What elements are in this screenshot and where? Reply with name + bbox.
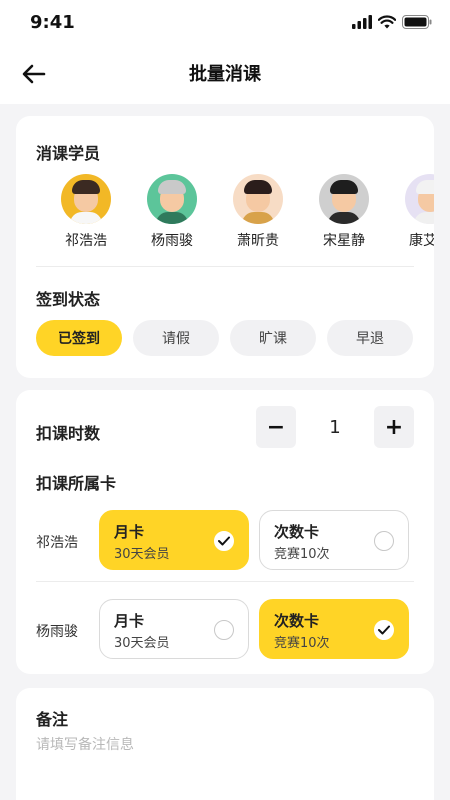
checkin-option[interactable]: 早退	[327, 320, 413, 356]
student-item[interactable]: 康艾宸	[390, 174, 434, 250]
avatar	[147, 174, 197, 224]
wifi-icon	[378, 15, 396, 29]
card-option-subtitle: 竞赛10次	[274, 547, 330, 562]
avatar	[61, 174, 111, 224]
avatar-hair	[416, 180, 434, 194]
checkin-section-title: 签到状态	[36, 290, 101, 309]
avatar-body	[70, 212, 102, 224]
battery-icon	[402, 15, 432, 29]
student-item[interactable]: 杨雨骏	[132, 174, 212, 250]
student-name: 康艾宸	[409, 233, 434, 249]
card-option-subtitle: 竞赛10次	[274, 636, 330, 651]
avatar-body	[156, 212, 188, 224]
status-time: 9:41	[30, 12, 75, 33]
card-option-title: 次数卡	[274, 523, 320, 541]
card-option-title: 月卡	[114, 523, 145, 541]
student-name: 萧昕贵	[237, 233, 279, 249]
radio-icon[interactable]	[214, 620, 234, 640]
cards-section-label: 扣课所属卡	[36, 474, 117, 493]
divider	[36, 581, 414, 582]
deduct-hours-label: 扣课时数	[36, 424, 101, 443]
checkin-option[interactable]: 请假	[133, 320, 219, 356]
deduct-card: 扣课时数 − 1 + 扣课所属卡 祁浩浩 月卡 30天会员 次数卡 竞赛10次 杨雨骏 月卡…	[16, 390, 434, 674]
card-option-title: 次数卡	[274, 612, 320, 630]
signal-icon	[352, 15, 372, 29]
avatar-body	[328, 212, 360, 224]
student-item[interactable]: 萧昕贵	[218, 174, 298, 250]
check-icon[interactable]	[374, 620, 394, 640]
avatar	[319, 174, 369, 224]
hours-stepper[interactable]: − 1 +	[256, 406, 414, 448]
row-student-name: 杨雨骏	[36, 624, 78, 640]
plus-button[interactable]: +	[374, 406, 414, 448]
student-name: 杨雨骏	[151, 233, 193, 249]
status-icons	[352, 15, 432, 29]
card-option-subtitle: 30天会员	[114, 636, 170, 651]
checkin-option[interactable]: 已签到	[36, 320, 122, 356]
nav-bar: 批量消课	[0, 48, 450, 104]
card-option-title: 月卡	[114, 612, 145, 630]
avatar-hair	[330, 180, 358, 194]
avatar	[405, 174, 434, 224]
card-option-subtitle: 30天会员	[114, 547, 170, 562]
avatar-hair	[72, 180, 100, 194]
card-option[interactable]: 次数卡竞赛10次	[259, 510, 409, 570]
page-title: 批量消课	[189, 64, 261, 85]
avatar	[233, 174, 283, 224]
status-bar: 9:41	[0, 0, 450, 48]
students-card: 消课学员 祁浩浩 杨雨骏 萧昕贵 宋星静 康艾宸 签到状态 已签到请假旷课早退	[16, 116, 434, 378]
avatar-body	[242, 212, 274, 224]
card-option[interactable]: 月卡 30天会员	[99, 510, 249, 570]
student-name: 宋星静	[323, 233, 365, 249]
student-item[interactable]: 宋星静	[304, 174, 384, 250]
students-list[interactable]: 祁浩浩 杨雨骏 萧昕贵 宋星静 康艾宸	[16, 174, 434, 254]
radio-icon[interactable]	[374, 531, 394, 551]
hours-value[interactable]: 1	[296, 406, 374, 448]
remark-input[interactable]: 请填写备注信息	[36, 734, 134, 754]
row-student-name: 祁浩浩	[36, 535, 78, 551]
remark-card: 备注 请填写备注信息	[16, 688, 434, 800]
card-option[interactable]: 月卡 30天会员	[99, 599, 249, 659]
avatar-hair	[158, 180, 186, 194]
student-item[interactable]: 祁浩浩	[46, 174, 126, 250]
students-section-title: 消课学员	[36, 144, 101, 163]
divider	[36, 266, 414, 267]
avatar-hair	[244, 180, 272, 194]
remark-title: 备注	[36, 710, 69, 729]
student-name: 祁浩浩	[65, 233, 107, 249]
avatar-body	[414, 212, 434, 224]
check-icon[interactable]	[214, 531, 234, 551]
minus-button[interactable]: −	[256, 406, 296, 448]
checkin-option[interactable]: 旷课	[230, 320, 316, 356]
card-option[interactable]: 次数卡竞赛10次	[259, 599, 409, 659]
